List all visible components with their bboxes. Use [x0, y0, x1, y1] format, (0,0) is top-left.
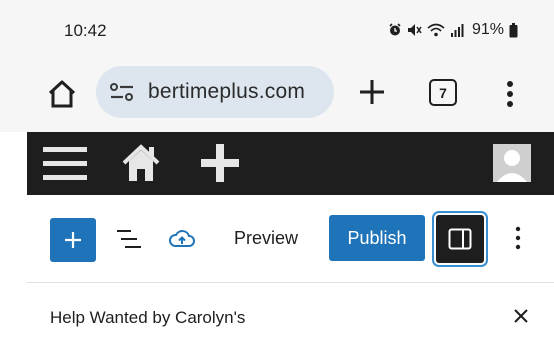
kebab-icon — [515, 226, 521, 250]
alarm-icon — [388, 23, 402, 37]
publish-button[interactable]: Publish — [329, 215, 425, 261]
list-view-icon — [117, 230, 141, 248]
new-tab-button[interactable] — [356, 76, 388, 108]
tab-switcher-button[interactable]: 7 — [429, 79, 457, 106]
url-text[interactable]: bertimeplus.com — [148, 80, 305, 104]
cloud-upload-icon — [169, 230, 195, 247]
close-icon — [514, 309, 528, 323]
plus-icon — [201, 144, 239, 182]
list-view-button[interactable] — [115, 227, 143, 256]
address-bar[interactable]: bertimeplus.com — [96, 66, 334, 118]
signal-icon — [450, 23, 464, 37]
post-title-row: Help Wanted by Carolyn's — [27, 283, 554, 348]
new-tab-icon — [360, 80, 384, 104]
house-icon — [122, 144, 160, 181]
status-bar: 10:42 91% — [0, 0, 554, 60]
wp-admin-bar — [27, 132, 554, 195]
wifi-icon — [427, 23, 445, 37]
mute-icon — [407, 23, 422, 37]
user-avatar[interactable] — [493, 144, 531, 182]
add-block-icon — [65, 232, 81, 248]
status-icons: 91% — [388, 21, 518, 39]
admin-menu-button[interactable] — [43, 144, 87, 189]
add-block-button[interactable] — [50, 218, 96, 262]
browser-home-button[interactable] — [46, 78, 78, 110]
close-button[interactable] — [512, 307, 530, 330]
save-draft-button[interactable] — [168, 228, 196, 255]
options-menu-button[interactable] — [514, 225, 522, 256]
home-icon — [48, 80, 76, 108]
browser-menu-button[interactable] — [500, 78, 520, 110]
site-settings-icon[interactable] — [110, 82, 134, 107]
editor-toolbar: Preview Publish — [27, 195, 554, 283]
battery-icon — [509, 22, 518, 38]
sidebar-icon — [448, 228, 472, 250]
browser-toolbar: bertimeplus.com 7 — [0, 60, 554, 132]
status-time: 10:42 — [64, 21, 107, 40]
settings-sidebar-button[interactable] — [436, 215, 484, 263]
admin-site-button[interactable] — [122, 142, 160, 189]
overflow-menu-icon — [507, 81, 513, 107]
avatar-icon — [493, 144, 531, 182]
post-title: Help Wanted by Carolyn's — [50, 308, 246, 327]
battery-percent: 91% — [471, 21, 504, 38]
hamburger-icon — [43, 147, 87, 180]
admin-new-button[interactable] — [199, 142, 241, 189]
preview-button[interactable]: Preview — [234, 228, 298, 249]
